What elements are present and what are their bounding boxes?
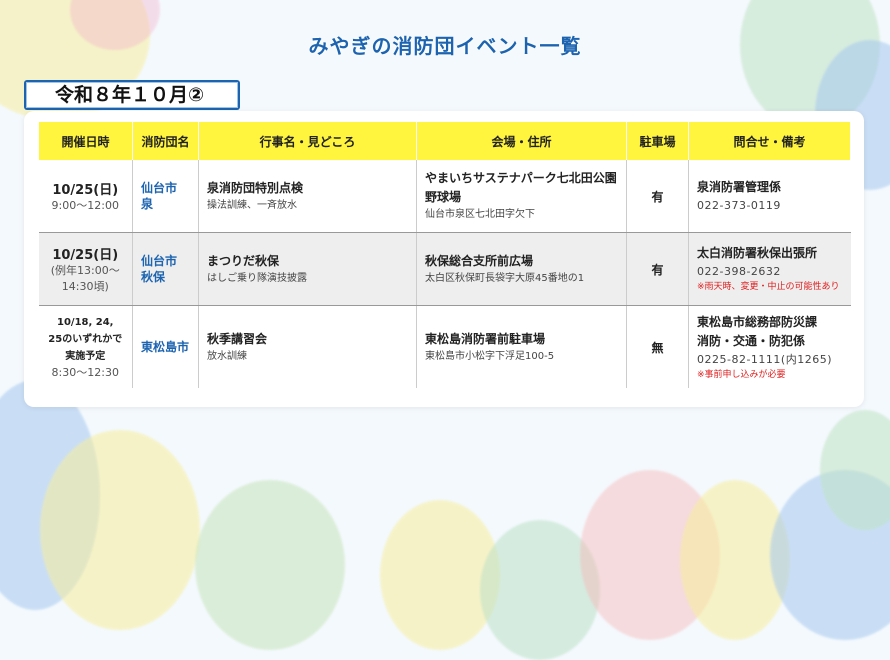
header-contact: 問合せ・備考	[688, 122, 851, 160]
contact-name: 東松島市総務部防災課 消防・交通・防犯係	[697, 314, 818, 348]
event-time: (例年13:00～ 14:30頃)	[50, 263, 120, 293]
brigade-name: 仙台市 泉	[141, 181, 178, 211]
contact-phone: 0225-82-1111(内1265)	[697, 352, 833, 366]
parking-cell: 有	[626, 232, 689, 306]
header-brigade: 消防団名	[132, 122, 199, 160]
event-name: 秋季講習会	[207, 332, 268, 346]
header-date: 開催日時	[38, 122, 133, 160]
contact-phone: 022-398-2632	[697, 265, 781, 278]
venue-address: 仙台市泉区七北田字欠下	[425, 209, 535, 220]
event-description: 操法訓練、一斉放水	[207, 200, 297, 211]
date-cell: 10/25(日) (例年13:00～ 14:30頃)	[38, 232, 133, 306]
date-cell: 10/18, 24, 25のいずれかで 実施予定 8:30～12:30	[39, 306, 133, 389]
contact-cell: 太白消防署秋保出張所 022-398-2632 ※雨天時、変更・中止の可能性あり	[688, 232, 851, 306]
events-card: 開催日時 消防団名 行事名・見どころ 会場・住所 駐車場 問合せ・備考 10/2…	[24, 111, 864, 407]
table-row: 10/25(日) (例年13:00～ 14:30頃) 仙台市 秋保 まつりだ秋保…	[38, 232, 851, 306]
event-description: 放水訓練	[207, 351, 247, 362]
event-name: まつりだ秋保	[207, 254, 280, 268]
brigade-cell: 東松島市	[132, 305, 199, 388]
contact-name: 泉消防署管理係	[697, 180, 782, 194]
header-event: 行事名・見どころ	[198, 122, 417, 160]
events-table: 開催日時 消防団名 行事名・見どころ 会場・住所 駐車場 問合せ・備考 10/2…	[38, 122, 851, 388]
table-header-row: 開催日時 消防団名 行事名・見どころ 会場・住所 駐車場 問合せ・備考	[38, 122, 851, 160]
venue-name: やまいちサステナパーク七北田公園 野球場	[425, 171, 617, 204]
event-time: 9:00～12:00	[51, 198, 119, 212]
event-date: 10/18, 24, 25のいずれかで 実施予定	[48, 316, 123, 362]
venue-cell: やまいちサステナパーク七北田公園 野球場 仙台市泉区七北田字欠下	[416, 160, 627, 233]
table-row: 10/18, 24, 25のいずれかで 実施予定 8:30～12:30 東松島市…	[39, 305, 851, 389]
venue-name: 秋保総合支所前広場	[425, 253, 534, 268]
venue-cell: 秋保総合支所前広場 太白区秋保町長袋字大原45番地の1	[416, 232, 627, 306]
date-cell: 10/25(日) 9:00～12:00	[38, 160, 133, 233]
venue-name: 東松島消防署前駐車場	[425, 331, 546, 346]
venue-address: 太白区秋保町長袋字大原45番地の1	[425, 272, 585, 284]
event-cell: 泉消防団特別点検 操法訓練、一斉放水	[198, 160, 417, 233]
event-description: はしご乗り隊演技披露	[207, 273, 307, 284]
period-tag: 令和８年１０月②	[24, 80, 240, 110]
venue-address: 東松島市小松字下浮足100-5	[425, 350, 555, 362]
parking-cell: 有	[626, 160, 689, 233]
page-title: みやぎの消防団イベント一覧	[308, 34, 582, 58]
brigade-name: 仙台市 秋保	[141, 254, 178, 284]
event-time: 8:30～12:30	[51, 365, 119, 379]
contact-phone: 022-373-0119	[697, 199, 781, 212]
table-row: 10/25(日) 9:00～12:00 仙台市 泉 泉消防団特別点検 操法訓練、…	[38, 160, 851, 233]
contact-name: 太白消防署秋保出張所	[697, 246, 818, 260]
event-date: 10/25(日)	[52, 182, 119, 198]
contact-note: ※雨天時、変更・中止の可能性あり	[697, 282, 840, 292]
contact-note: ※事前申し込みが必要	[697, 369, 786, 380]
event-cell: 秋季講習会 放水訓練	[198, 305, 417, 388]
venue-cell: 東松島消防署前駐車場 東松島市小松字下浮足100-5	[416, 305, 627, 388]
brigade-cell: 仙台市 秋保	[132, 232, 199, 306]
event-name: 泉消防団特別点検	[207, 181, 304, 195]
header-parking: 駐車場	[626, 122, 689, 160]
contact-cell: 東松島市総務部防災課 消防・交通・防犯係 0225-82-1111(内1265)…	[688, 305, 851, 388]
event-cell: まつりだ秋保 はしご乗り隊演技披露	[198, 232, 417, 306]
event-date: 10/25(日)	[52, 247, 119, 263]
contact-cell: 泉消防署管理係 022-373-0119	[688, 160, 851, 233]
brigade-name: 東松島市	[141, 340, 190, 354]
parking-cell: 無	[626, 305, 689, 388]
brigade-cell: 仙台市 泉	[132, 160, 199, 233]
header-venue: 会場・住所	[416, 122, 627, 160]
period-label: 令和８年１０月②	[26, 82, 238, 108]
